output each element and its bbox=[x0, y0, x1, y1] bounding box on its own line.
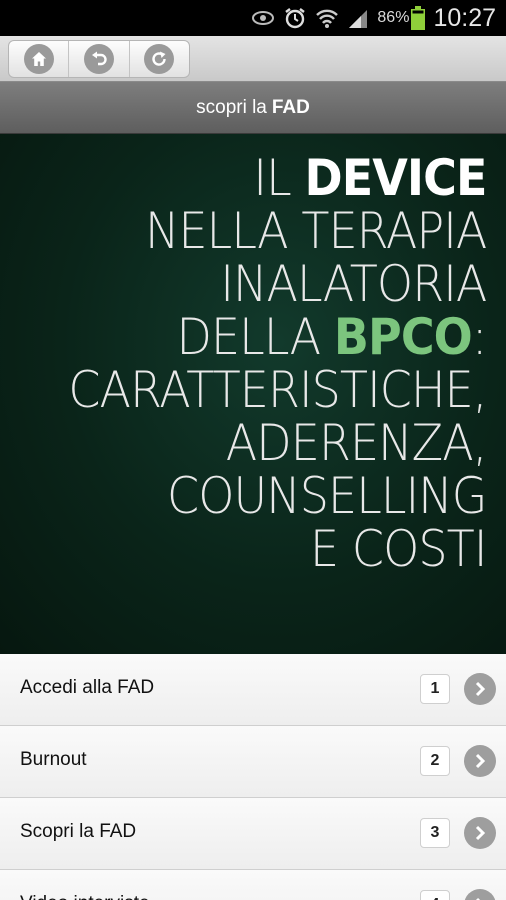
count-badge: 2 bbox=[420, 746, 450, 776]
list-item-video-interviste[interactable]: Video interviste 4 bbox=[0, 870, 506, 900]
status-bar: 86% 10:27 bbox=[0, 0, 506, 36]
list-item-scopri-la-fad[interactable]: Scopri la FAD 3 bbox=[0, 798, 506, 870]
home-button[interactable] bbox=[9, 41, 70, 77]
list-item-burnout[interactable]: Burnout 2 bbox=[0, 726, 506, 798]
chevron-right-icon[interactable] bbox=[464, 673, 496, 705]
count-badge: 3 bbox=[420, 818, 450, 848]
hero-line-5: CARATTERISTICHE, bbox=[67, 361, 487, 419]
count-badge: 1 bbox=[420, 674, 450, 704]
chevron-right-icon[interactable] bbox=[464, 889, 496, 900]
count-badge: 4 bbox=[420, 890, 450, 900]
list-item-label: Video interviste bbox=[20, 870, 150, 900]
nav-button-group bbox=[8, 40, 190, 78]
back-button[interactable] bbox=[69, 41, 130, 77]
hero-line-6: ADERENZA, bbox=[225, 414, 487, 472]
home-icon bbox=[23, 44, 54, 74]
refresh-icon bbox=[144, 44, 175, 74]
hero-line-4b: BPCO bbox=[333, 308, 472, 366]
signal-icon bbox=[347, 8, 369, 28]
battery-icon bbox=[411, 6, 426, 30]
hero-banner: IL DEVICE NELLA TERAPIA INALATORIA DELLA… bbox=[0, 134, 506, 654]
clock: 10:27 bbox=[433, 3, 496, 32]
hero-line-1b: DEVICE bbox=[304, 149, 487, 207]
list-item-label: Scopri la FAD bbox=[20, 821, 137, 842]
list-item-label: Burnout bbox=[20, 749, 87, 770]
hero-title: IL DEVICE NELLA TERAPIA INALATORIA DELLA… bbox=[67, 149, 487, 578]
hero-line-7: COUNSELLING bbox=[166, 467, 487, 525]
hero-line-1a: IL bbox=[252, 149, 305, 207]
hero-line-8: E COSTI bbox=[309, 520, 487, 578]
page-title-bold: FAD bbox=[271, 96, 310, 118]
alarm-icon bbox=[283, 6, 307, 30]
page-header: scopri la FAD bbox=[0, 82, 506, 134]
wifi-icon bbox=[315, 7, 339, 29]
hero-line-3: INALATORIA bbox=[219, 255, 487, 313]
back-icon bbox=[83, 44, 114, 74]
menu-list: Accedi alla FAD 1 Burnout 2 Scopri la FA… bbox=[0, 654, 506, 900]
hero-line-4a: DELLA bbox=[176, 308, 334, 366]
battery-percent: 86% bbox=[377, 9, 410, 26]
list-item-label: Accedi alla FAD bbox=[20, 677, 155, 698]
eye-icon bbox=[251, 10, 275, 26]
list-item-accedi-alla-fad[interactable]: Accedi alla FAD 1 bbox=[0, 654, 506, 726]
chevron-right-icon[interactable] bbox=[464, 745, 496, 777]
hero-line-4c: : bbox=[471, 308, 487, 366]
hero-line-2: NELLA TERAPIA bbox=[144, 202, 487, 260]
refresh-button[interactable] bbox=[130, 41, 189, 77]
chevron-right-icon[interactable] bbox=[464, 817, 496, 849]
browser-toolbar bbox=[0, 36, 506, 82]
page-title-prefix: scopri la bbox=[196, 96, 267, 118]
